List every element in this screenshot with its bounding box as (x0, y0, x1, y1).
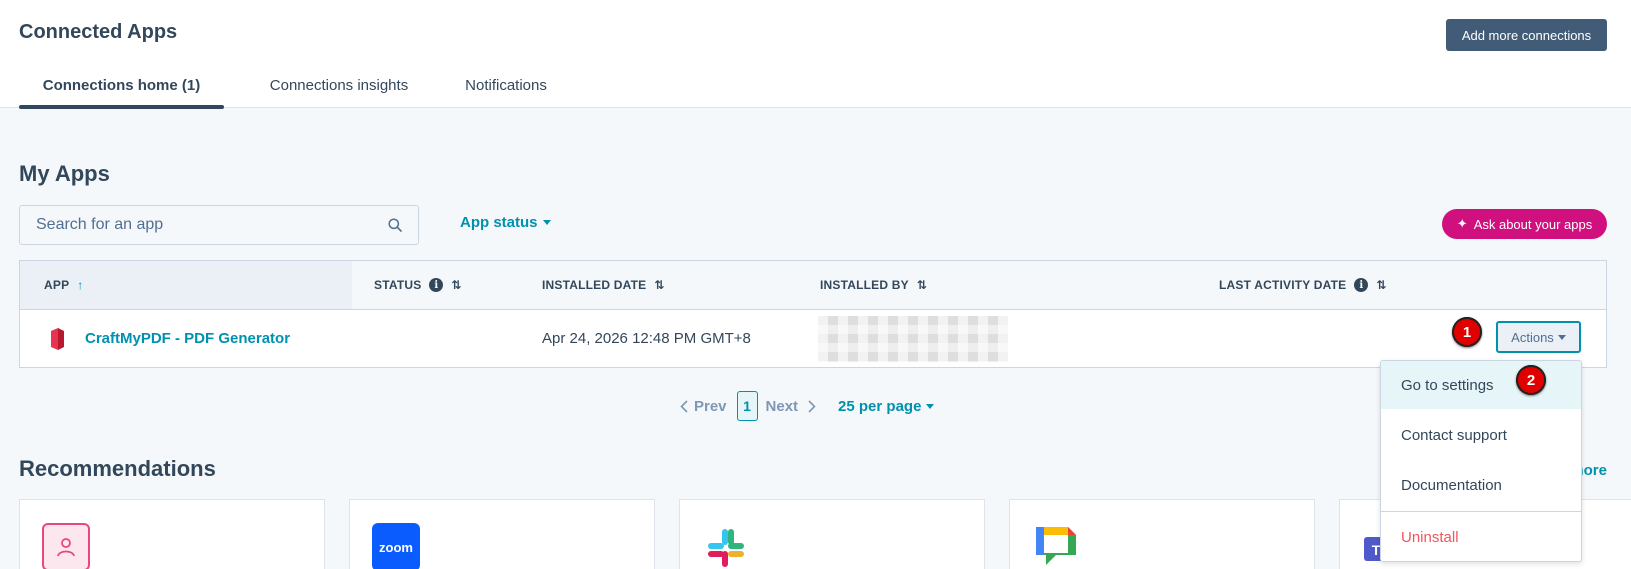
caret-down-icon (542, 220, 551, 225)
chevron-left-icon (680, 399, 688, 413)
per-page-label: 25 per page (838, 397, 922, 415)
craftmypdf-logo-icon (49, 327, 65, 351)
recommendation-card[interactable] (679, 499, 985, 569)
prev-page-button[interactable]: Prev (680, 398, 727, 415)
zoom-icon: zoom (372, 523, 420, 569)
apps-table: APP ↑ STATUS i ⇅ INSTALLED DATE ⇅ INSTAL… (19, 260, 1607, 368)
ask-button-label: Ask about your apps (1473, 216, 1593, 232)
recommendation-card[interactable] (19, 499, 325, 569)
caret-down-icon (926, 403, 935, 409)
slack-icon (702, 523, 750, 569)
table-header: APP ↑ STATUS i ⇅ INSTALLED DATE ⇅ INSTAL… (20, 261, 1606, 310)
app-name-link[interactable]: CraftMyPDF - PDF Generator (85, 330, 290, 347)
info-icon[interactable]: i (1354, 278, 1369, 292)
tab-connections-home[interactable]: Connections home (1) (19, 62, 224, 109)
recommendation-card[interactable]: zoom (349, 499, 655, 569)
top-bar: Connected Apps Add more connections Conn… (0, 0, 1631, 109)
menu-divider (1381, 511, 1581, 512)
next-label: Next (765, 397, 799, 415)
menu-item-go-to-settings[interactable]: Go to settings (1381, 361, 1581, 409)
column-header-app[interactable]: APP ↑ (44, 261, 83, 309)
table-row: CraftMyPDF - PDF Generator Apr 24, 2026 … (20, 310, 1606, 367)
ask-about-apps-button[interactable]: ✦ Ask about your apps (1442, 209, 1607, 239)
menu-item-documentation[interactable]: Documentation (1381, 461, 1581, 509)
current-page[interactable]: 1 (736, 391, 758, 421)
column-header-installed-by[interactable]: INSTALLED BY ⇅ (820, 261, 927, 309)
annotation-badge-1: 1 (1452, 317, 1482, 347)
column-label: APP (44, 278, 70, 292)
page-title: Connected Apps (19, 21, 178, 43)
sort-icon: ⇅ (451, 278, 462, 292)
app-status-filter[interactable]: App status (460, 214, 551, 231)
column-header-last-activity[interactable]: LAST ACTIVITY DATE i ⇅ (1219, 261, 1387, 309)
actions-label: Actions (1511, 329, 1554, 345)
search-input[interactable] (36, 216, 386, 234)
tab-bar: Connections home (1) Connections insight… (19, 62, 561, 109)
sparkle-icon: ✦ (1456, 216, 1468, 231)
column-label: STATUS (374, 278, 422, 292)
annotation-badge-2: 2 (1516, 365, 1546, 395)
tab-connections-insights[interactable]: Connections insights (239, 62, 439, 108)
per-page-select[interactable]: 25 per page (838, 397, 935, 415)
search-icon[interactable] (386, 216, 404, 234)
tab-notifications[interactable]: Notifications (451, 62, 561, 108)
column-header-status[interactable]: STATUS i ⇅ (374, 261, 462, 309)
menu-item-contact-support[interactable]: Contact support (1381, 411, 1581, 459)
menu-item-uninstall[interactable]: Uninstall (1381, 513, 1581, 561)
person-app-icon (42, 523, 90, 569)
pagination: Prev 1 Next 25 per page (680, 391, 935, 421)
info-icon[interactable]: i (429, 278, 444, 292)
column-label: INSTALLED BY (820, 278, 909, 292)
caret-down-icon (1557, 334, 1566, 340)
column-label: INSTALLED DATE (542, 278, 647, 292)
google-chat-icon (1032, 523, 1080, 569)
add-more-connections-button[interactable]: Add more connections (1446, 19, 1607, 51)
sort-icon: ⇅ (654, 278, 665, 292)
installed-by-redacted (818, 316, 1008, 362)
recommendation-card[interactable] (1009, 499, 1315, 569)
chevron-right-icon (808, 399, 816, 413)
my-apps-title: My Apps (19, 161, 110, 186)
actions-button[interactable]: Actions (1496, 321, 1581, 353)
installed-date: Apr 24, 2026 12:48 PM GMT+8 (542, 330, 751, 347)
sort-icon: ⇅ (916, 278, 928, 292)
recommendations-title: Recommendations (19, 456, 216, 481)
next-page-button[interactable]: Next (766, 398, 817, 415)
prev-label: Prev (694, 397, 727, 415)
column-header-installed-date[interactable]: INSTALLED DATE ⇅ (542, 261, 665, 309)
sort-icon: ⇅ (1376, 278, 1387, 292)
app-status-label: App status (460, 214, 538, 231)
actions-dropdown-menu: Go to settings Contact support Documenta… (1380, 360, 1582, 562)
search-box (19, 205, 419, 245)
column-label: LAST ACTIVITY DATE (1219, 278, 1347, 292)
sort-ascending-icon: ↑ (77, 278, 84, 292)
